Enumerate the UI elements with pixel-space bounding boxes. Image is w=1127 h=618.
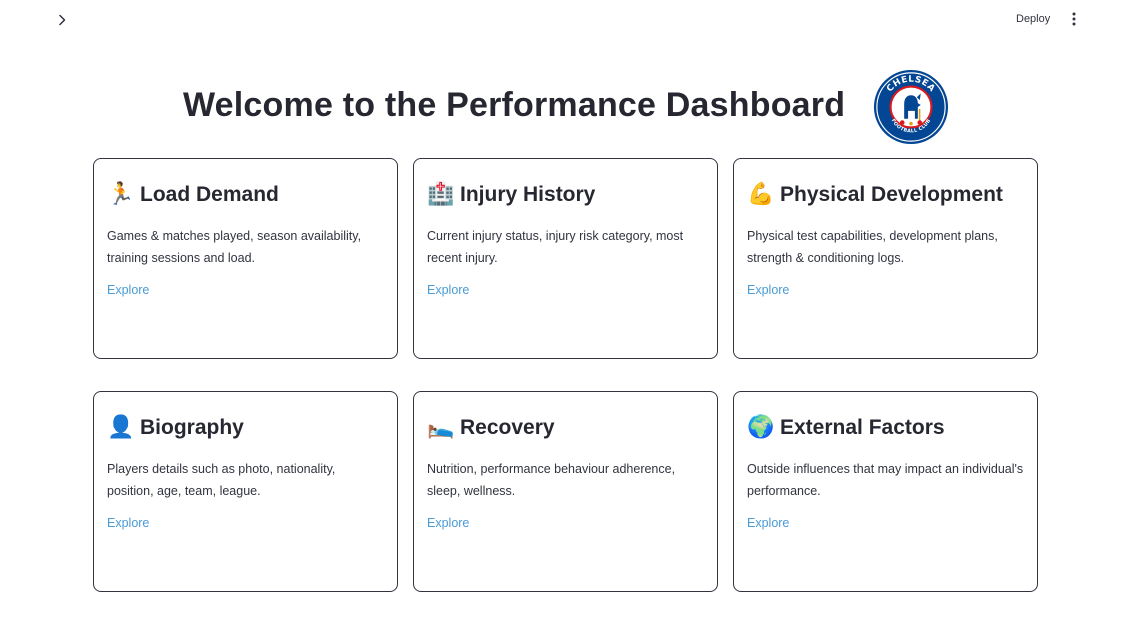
card-header: 🌍 External Factors <box>747 416 945 440</box>
card-title: Biography <box>140 416 244 439</box>
card-title: External Factors <box>780 416 945 439</box>
card-title: Injury History <box>460 183 596 206</box>
card-load-demand: 🏃 Load Demand Games & matches played, se… <box>93 158 398 359</box>
card-header: 🏃 Load Demand <box>107 183 279 207</box>
card-description: Players details such as photo, nationali… <box>107 462 336 498</box>
card-description: Outside influences that may impact an in… <box>747 462 1024 498</box>
card-header: 👤 Biography <box>107 416 244 440</box>
card-description: Games & matches played, season availabil… <box>107 229 362 265</box>
person-icon: 👤 <box>107 415 135 440</box>
card-title: Physical Development <box>780 183 1003 206</box>
explore-link-injury-history[interactable]: Explore <box>427 283 469 297</box>
main-menu-button[interactable] <box>1064 8 1084 30</box>
flexed-bicep-icon: 💪 <box>747 182 775 207</box>
card-title: Recovery <box>460 416 555 439</box>
runner-icon: 🏃 <box>107 182 135 207</box>
explore-link-load-demand[interactable]: Explore <box>107 283 149 297</box>
kebab-menu-icon <box>1072 12 1076 26</box>
title-row: Welcome to the Performance Dashboard CHE… <box>0 62 1127 152</box>
expand-sidebar-button[interactable] <box>52 10 72 30</box>
card-header: 🏥 Injury History <box>427 183 595 207</box>
card-biography: 👤 Biography Players details such as phot… <box>93 391 398 592</box>
card-recovery: 🛌 Recovery Nutrition, performance behavi… <box>413 391 718 592</box>
card-external-factors: 🌍 External Factors Outside influences th… <box>733 391 1038 592</box>
card-physical-development: 💪 Physical Development Physical test cap… <box>733 158 1038 359</box>
top-toolbar: Deploy <box>0 0 1127 40</box>
card-title: Load Demand <box>140 183 279 206</box>
deploy-button[interactable]: Deploy <box>1008 8 1058 30</box>
card-description: Nutrition, performance behaviour adheren… <box>427 462 676 498</box>
card-description: Current injury status, injury risk categ… <box>427 229 684 265</box>
explore-link-recovery[interactable]: Explore <box>427 516 469 530</box>
explore-link-biography[interactable]: Explore <box>107 516 149 530</box>
card-header: 🛌 Recovery <box>427 416 555 440</box>
club-crest-logo: CHELSEA FOOTBALL CLUB <box>873 69 949 145</box>
card-description: Physical test capabilities, development … <box>747 229 998 265</box>
globe-icon: 🌍 <box>747 415 775 440</box>
explore-link-physical-development[interactable]: Explore <box>747 283 789 297</box>
card-injury-history: 🏥 Injury History Current injury status, … <box>413 158 718 359</box>
explore-link-external-factors[interactable]: Explore <box>747 516 789 530</box>
chevron-right-icon <box>59 14 66 26</box>
page-title: Welcome to the Performance Dashboard <box>183 86 846 124</box>
bed-icon: 🛌 <box>427 415 455 440</box>
hospital-icon: 🏥 <box>427 182 455 207</box>
card-header: 💪 Physical Development <box>747 183 1003 207</box>
